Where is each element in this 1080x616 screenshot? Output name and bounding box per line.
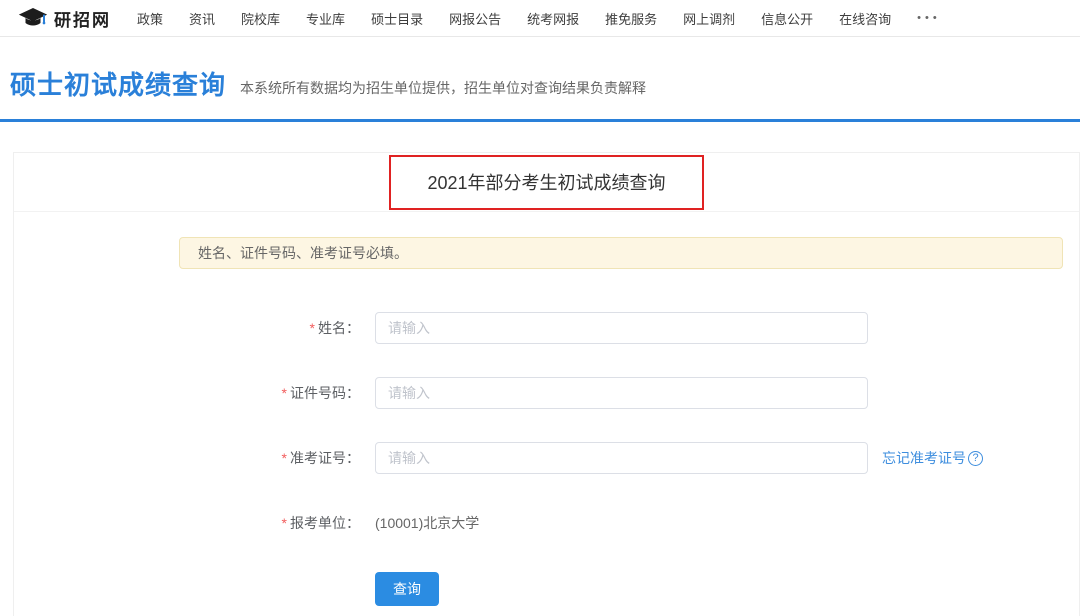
form-row-id-number: *证件号码：: [14, 377, 1079, 409]
required-asterisk: *: [282, 385, 287, 401]
required-fields-notice: 姓名、证件号码、准考证号必填。: [179, 237, 1063, 269]
required-asterisk: *: [282, 515, 287, 531]
page-title: 硕士初试成绩查询: [10, 65, 226, 102]
red-annotation-box: 2021年部分考生初试成绩查询: [389, 155, 703, 210]
blue-divider: [0, 119, 1080, 122]
name-label: *姓名：: [14, 318, 360, 338]
query-button[interactable]: 查询: [375, 572, 439, 606]
required-asterisk: *: [282, 450, 287, 466]
apply-unit-label: *报考单位：: [14, 513, 360, 533]
form-row-ticket-number: *准考证号： 忘记准考证号?: [14, 442, 1079, 474]
button-row: 查询: [14, 572, 1079, 606]
page-subtitle: 本系统所有数据均为招生单位提供，招生单位对查询结果负责解释: [240, 78, 646, 102]
nav-item-major-library[interactable]: 专业库: [306, 9, 345, 28]
question-circle-icon: ?: [968, 451, 983, 466]
logo-text: 研招网: [54, 6, 111, 31]
nav-item-unified-exam[interactable]: 统考网报: [527, 9, 579, 28]
nav-item-news[interactable]: 资讯: [189, 9, 215, 28]
nav-item-online-report-notice[interactable]: 网报公告: [449, 9, 501, 28]
name-control: [375, 312, 868, 344]
id-number-label: *证件号码：: [14, 383, 360, 403]
nav-item-college-library[interactable]: 院校库: [241, 9, 280, 28]
name-input[interactable]: [375, 312, 868, 344]
query-panel: 2021年部分考生初试成绩查询 姓名、证件号码、准考证号必填。 *姓名： *证件…: [13, 152, 1080, 616]
more-menu-ellipsis-icon[interactable]: •••: [917, 12, 941, 24]
site-logo[interactable]: 研招网: [18, 6, 111, 31]
graduation-cap-icon: [18, 7, 54, 29]
top-navigation-bar: 研招网 政策 资讯 院校库 专业库 硕士目录 网报公告 统考网报 推免服务 网上…: [0, 0, 1080, 37]
score-query-form: *姓名： *证件号码： *准考证号： 忘记准考证号? *报考单位： (10001…: [14, 312, 1079, 606]
id-number-input[interactable]: [375, 377, 868, 409]
ticket-number-label: *准考证号：: [14, 448, 360, 468]
apply-unit-value: (10001)北京大学: [375, 513, 479, 533]
nav-item-online-adjustment[interactable]: 网上调剂: [683, 9, 735, 28]
nav-menu: 政策 资讯 院校库 专业库 硕士目录 网报公告 统考网报 推免服务 网上调剂 信…: [137, 9, 941, 28]
nav-item-online-consult[interactable]: 在线咨询: [839, 9, 891, 28]
ticket-number-input[interactable]: [375, 442, 868, 474]
panel-header: 2021年部分考生初试成绩查询: [14, 153, 1079, 212]
ticket-number-control: [375, 442, 868, 474]
nav-item-policy[interactable]: 政策: [137, 9, 163, 28]
nav-item-master-catalog[interactable]: 硕士目录: [371, 9, 423, 28]
required-asterisk: *: [310, 320, 315, 336]
nav-item-info-disclosure[interactable]: 信息公开: [761, 9, 813, 28]
form-row-name: *姓名：: [14, 312, 1079, 344]
id-number-control: [375, 377, 868, 409]
page-header: 硕士初试成绩查询 本系统所有数据均为招生单位提供，招生单位对查询结果负责解释: [0, 37, 1080, 102]
nav-item-exemption-service[interactable]: 推免服务: [605, 9, 657, 28]
panel-title: 2021年部分考生初试成绩查询: [427, 169, 665, 195]
forgot-ticket-link[interactable]: 忘记准考证号?: [882, 448, 983, 468]
form-row-apply-unit: *报考单位： (10001)北京大学: [14, 507, 1079, 539]
